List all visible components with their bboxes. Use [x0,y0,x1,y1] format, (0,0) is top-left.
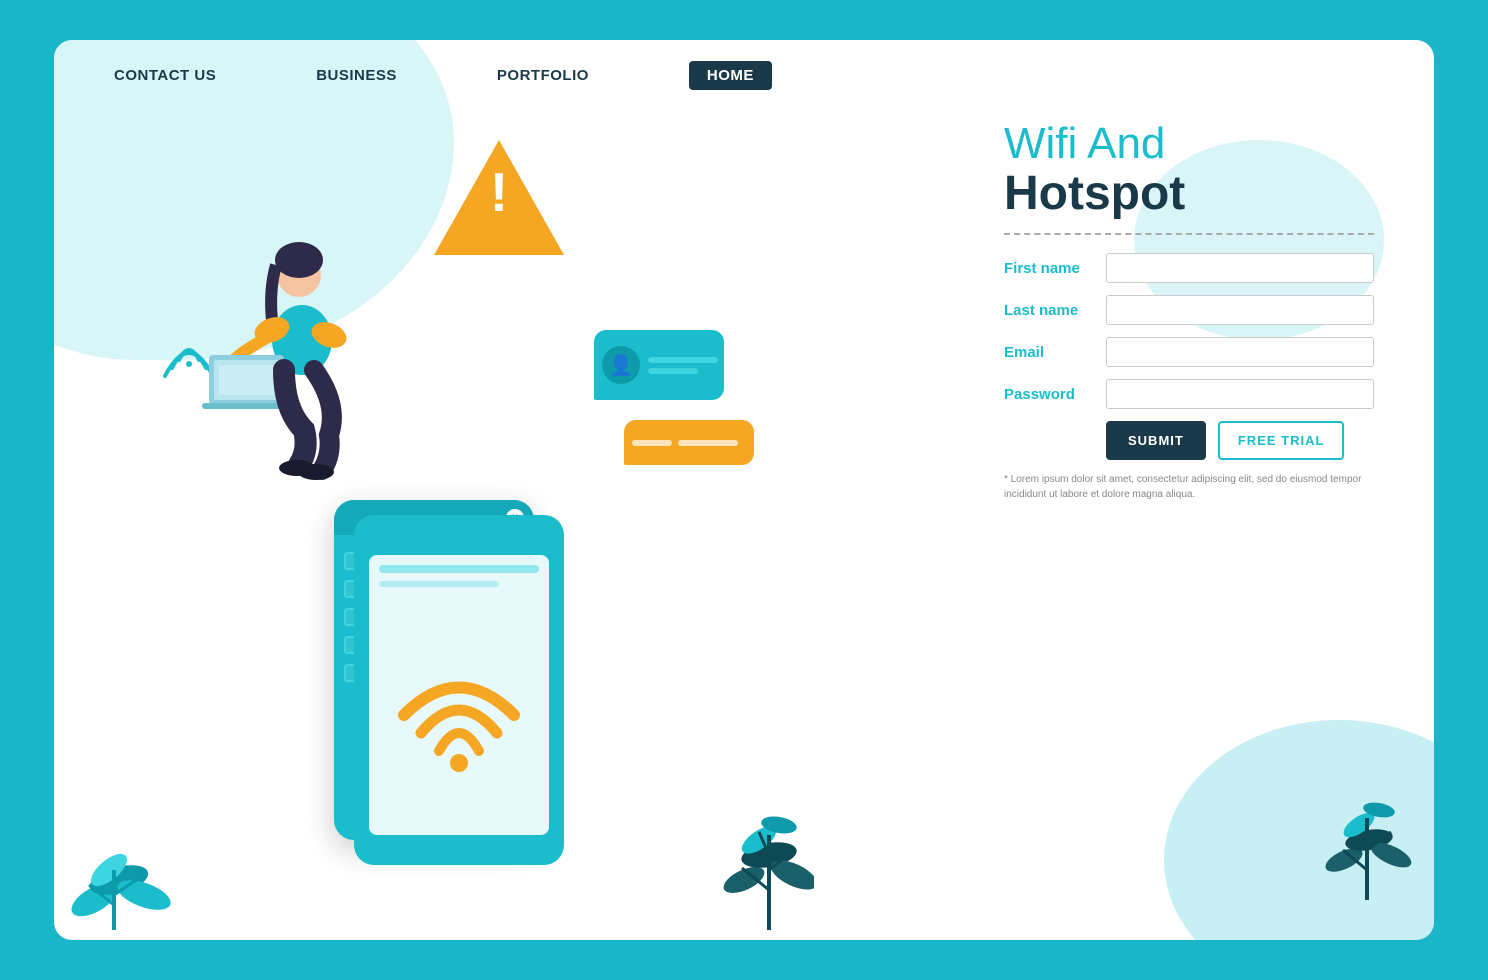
plant-left [64,820,194,940]
cb-line-1 [632,440,672,446]
main-frame: CONTACT US BUSINESS PORTFOLIO HOME [54,40,1434,940]
password-input[interactable] [1106,379,1374,409]
plant-far-right [1319,770,1419,910]
avatar-circle: 👤 [602,346,640,384]
last-name-label: Last name [1004,302,1094,319]
warning-triangle: ! [434,140,564,255]
email-label: Email [1004,344,1094,361]
chat-line-1 [648,357,718,363]
form-disclaimer: * Lorem ipsum dolor sit amet, consectetu… [1004,472,1374,502]
password-label: Password [1004,386,1094,403]
form-buttons: SUBMIT FREE TRIAL [1106,421,1374,460]
free-trial-button[interactable]: FREE TRIAL [1218,421,1345,460]
illustration-area: × [54,40,814,940]
first-name-row: First name [1004,253,1374,283]
form-divider [1004,233,1374,235]
email-input[interactable] [1106,337,1374,367]
wifi-device [344,505,574,875]
submit-button[interactable]: SUBMIT [1106,421,1206,460]
nav-home[interactable]: HOME [689,61,772,90]
person-illustration [154,230,404,490]
navigation: CONTACT US BUSINESS PORTFOLIO HOME [54,40,1434,110]
cb-line-2 [678,440,738,446]
email-row: Email [1004,337,1374,367]
first-name-label: First name [1004,260,1094,277]
nav-contact-us[interactable]: CONTACT US [114,67,216,84]
last-name-row: Last name [1004,295,1374,325]
nav-business[interactable]: BUSINESS [316,67,397,84]
triangle-shape: ! [434,140,564,255]
chat-bubble-2 [624,420,754,465]
hero-title-line2: Hotspot [1004,168,1374,221]
nav-portfolio[interactable]: PORTFOLIO [497,67,589,84]
last-name-input[interactable] [1106,295,1374,325]
password-row: Password [1004,379,1374,409]
form-area: Wifi And Hotspot First name Last name Em… [1004,120,1374,502]
chat-lines [640,357,718,374]
plant-mid-right [714,780,814,940]
exclamation-mark: ! [490,165,508,220]
first-name-input[interactable] [1106,253,1374,283]
person-icon: 👤 [609,353,634,378]
chat-bubble-1: 👤 [594,330,724,400]
hero-title-line1: Wifi And [1004,120,1374,168]
chat-line-2 [648,368,698,374]
